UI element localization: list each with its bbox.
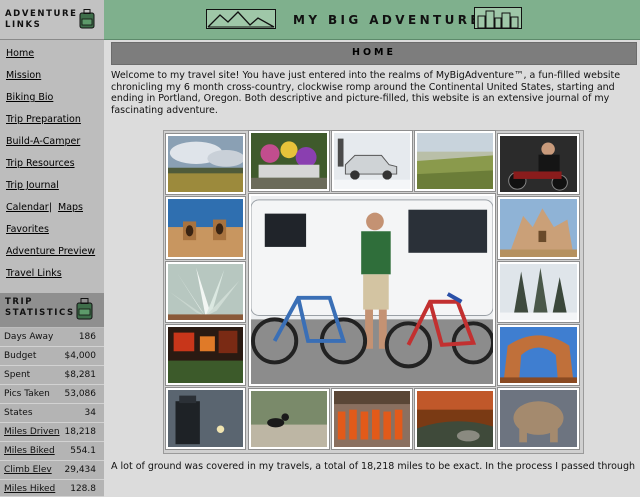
sidebar-header-title: ADVENTURE LINKS xyxy=(5,9,78,31)
photo-snowy-car[interactable] xyxy=(331,130,413,192)
stat-link-climb-elev[interactable]: Climb Elev xyxy=(4,465,52,475)
stat-label: Pics Taken xyxy=(4,389,50,399)
photo-man-with-bikes[interactable] xyxy=(248,193,496,387)
body-paragraph: A lot of ground was covered in my travel… xyxy=(111,461,635,472)
trip-statistics-line2: STATISTICS xyxy=(5,308,75,318)
photo-red-lights[interactable] xyxy=(165,324,246,386)
stat-value: 554.1 xyxy=(70,446,96,456)
backpack-icon xyxy=(79,9,95,33)
stat-row-miles-hiked[interactable]: Miles Hiked 128.8 xyxy=(0,480,104,497)
photo-autumn-creek[interactable] xyxy=(414,388,496,450)
city-skyline-icon xyxy=(474,7,522,33)
nav-separator: | xyxy=(49,202,53,213)
nav-trip-journal[interactable]: Trip Journal xyxy=(6,180,59,191)
stat-row-miles-driven[interactable]: Miles Driven 18,218 xyxy=(0,423,104,442)
photo-stone-arch[interactable] xyxy=(497,324,580,386)
stat-row-spent: Spent $8,281 xyxy=(0,366,104,385)
nav-maps[interactable]: Maps xyxy=(58,202,83,213)
stat-value: 18,218 xyxy=(64,427,97,437)
nav-build-a-camper[interactable]: Build-A-Camper xyxy=(6,136,80,147)
sidebar-header-line1: ADVENTURE xyxy=(5,9,78,19)
nav-favorites[interactable]: Favorites xyxy=(6,224,49,235)
photo-agave-plant[interactable] xyxy=(165,261,246,323)
photo-night-building[interactable] xyxy=(165,387,246,450)
stat-value: 128.8 xyxy=(70,484,96,494)
stat-value: $8,281 xyxy=(64,370,97,380)
stat-row-pics-taken: Pics Taken 53,086 xyxy=(0,385,104,404)
nav-adventure-preview[interactable]: Adventure Preview xyxy=(6,246,95,257)
stat-value: 186 xyxy=(78,332,96,342)
stat-link-miles-hiked[interactable]: Miles Hiked xyxy=(4,484,55,494)
stat-value: 29,434 xyxy=(64,465,97,475)
sidebar-header-line2: LINKS xyxy=(5,20,42,30)
site-banner: MY BIG ADVENTURE xyxy=(104,0,640,40)
stat-label: Budget xyxy=(4,351,37,361)
stat-value: 34 xyxy=(84,408,96,418)
photo-adobe-church[interactable] xyxy=(497,196,580,260)
page-title: HOME xyxy=(352,47,396,58)
trip-statistics-title: TRIP STATISTICS xyxy=(5,297,75,319)
photo-elephant-sculpture[interactable] xyxy=(497,387,580,450)
photo-motorcycle-rider[interactable] xyxy=(497,133,580,195)
nav-mission[interactable]: Mission xyxy=(6,70,41,81)
photo-adobe-chimneys[interactable] xyxy=(165,196,246,260)
photo-parade-float[interactable] xyxy=(248,130,330,192)
sidebar-header: ADVENTURE LINKS xyxy=(0,0,104,40)
photo-beach-dunes[interactable] xyxy=(414,130,496,192)
stat-label: States xyxy=(4,408,33,418)
stat-row-miles-biked[interactable]: Miles Biked 554.1 xyxy=(0,442,104,461)
site-title[interactable]: MY BIG ADVENTURE xyxy=(293,13,482,27)
stat-label: Days Away xyxy=(4,332,54,342)
stat-row-climb-elev[interactable]: Climb Elev 29,434 xyxy=(0,461,104,480)
backpack-icon xyxy=(76,298,93,324)
photo-prairie-clouds[interactable] xyxy=(165,133,246,195)
mountains-icon xyxy=(206,9,276,33)
stat-row-days-away: Days Away 186 xyxy=(0,328,104,347)
photo-dog-trail[interactable] xyxy=(248,388,330,450)
stat-row-states: States 34 xyxy=(0,404,104,423)
stat-value: 53,086 xyxy=(64,389,97,399)
photo-snowy-pines[interactable] xyxy=(497,261,580,323)
nav-home[interactable]: Home xyxy=(6,48,34,59)
photo-mosaic xyxy=(163,130,584,454)
section-title-bar: HOME xyxy=(111,42,637,65)
nav-trip-resources[interactable]: Trip Resources xyxy=(6,158,75,169)
trip-statistics-line1: TRIP xyxy=(5,297,34,307)
stat-label: Spent xyxy=(4,370,31,380)
nav-travel-links[interactable]: Travel Links xyxy=(6,268,62,279)
photo-marching-band[interactable] xyxy=(331,388,413,450)
stat-link-miles-biked[interactable]: Miles Biked xyxy=(4,446,55,456)
nav-biking-bio[interactable]: Biking Bio xyxy=(6,92,53,103)
nav-calendar[interactable]: Calendar xyxy=(6,202,49,213)
sidebar: Home Mission Biking Bio Trip Preparation… xyxy=(0,40,104,497)
stat-value: $4,000 xyxy=(64,351,97,361)
trip-statistics-header: TRIP STATISTICS xyxy=(0,293,104,327)
stat-link-miles-driven[interactable]: Miles Driven xyxy=(4,427,60,437)
stat-row-budget: Budget $4,000 xyxy=(0,347,104,366)
intro-paragraph: Welcome to my travel site! You have just… xyxy=(111,70,621,116)
nav-trip-preparation[interactable]: Trip Preparation xyxy=(6,114,81,125)
